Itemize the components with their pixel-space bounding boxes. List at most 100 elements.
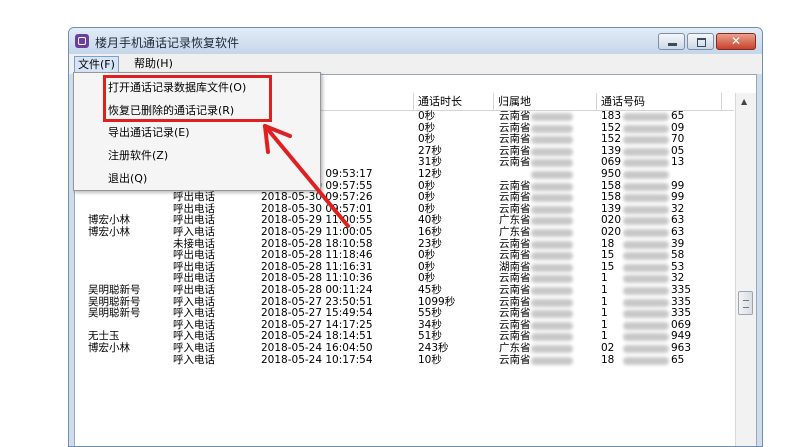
call-duration: 45秒 xyxy=(418,284,442,296)
redaction-blur xyxy=(531,229,573,237)
redaction-blur xyxy=(623,356,669,365)
highlight-box xyxy=(103,75,272,122)
redaction-blur xyxy=(623,194,669,203)
contact-name: 吴明聪新号 xyxy=(88,284,141,296)
call-location: 云南省 xyxy=(499,156,531,169)
call-duration: 10秒 xyxy=(418,353,442,366)
redaction-blur xyxy=(531,124,573,133)
phone-number-end: 65 xyxy=(671,353,685,366)
redaction-blur xyxy=(623,136,669,145)
close-button[interactable]: ✕ xyxy=(716,33,756,50)
phone-app-icon xyxy=(75,34,89,48)
phone-number-end: 13 xyxy=(671,156,685,169)
call-duration: 16秒 xyxy=(418,226,442,238)
call-location: 广东省 xyxy=(499,226,531,238)
redaction-blur xyxy=(531,310,573,319)
redaction-blur xyxy=(531,356,573,365)
maximize-button[interactable] xyxy=(687,33,714,50)
menu-register[interactable]: 注册软件(Z) xyxy=(108,149,168,163)
redaction-blur xyxy=(531,205,573,214)
call-type: 呼入电话 xyxy=(173,342,215,354)
call-time: 2018-05-24 10:17:54 xyxy=(261,353,373,366)
redaction-blur xyxy=(623,252,669,261)
maximize-icon xyxy=(697,38,706,47)
call-location: 云南省 xyxy=(499,110,531,122)
redaction-blur xyxy=(623,310,669,319)
call-duration: 243秒 xyxy=(418,342,449,354)
menu-export[interactable]: 导出通话记录(E) xyxy=(108,126,190,140)
table-row[interactable]: 呼入电话 2018-05-24 10:17:54 10秒 云南省 18 65 xyxy=(75,353,725,367)
menu-bar: 文件(F) 帮助(H) xyxy=(69,54,762,74)
redaction-blur xyxy=(531,298,573,307)
redaction-blur xyxy=(531,275,573,284)
redaction-blur xyxy=(623,171,669,179)
scroll-up-icon[interactable]: ▲ xyxy=(741,97,747,106)
phone-number-end: 65 xyxy=(671,110,685,122)
table-row[interactable]: 吴明聪新号 呼出电话 2018-05-28 00:11:24 45秒 云南省 1 335 xyxy=(75,284,725,297)
contact-name: 博宏小林 xyxy=(88,342,130,354)
call-time: 2018-05-28 00:11:24 xyxy=(261,284,373,296)
redaction-blur xyxy=(531,194,573,203)
call-location: 广东省 xyxy=(499,342,531,354)
redaction-blur xyxy=(623,217,669,226)
menu-exit[interactable]: 退出(Q) xyxy=(108,172,147,186)
redaction-blur xyxy=(531,182,573,191)
redaction-blur xyxy=(531,345,573,353)
redaction-blur xyxy=(531,171,573,179)
redaction-blur xyxy=(623,298,669,307)
call-duration: 12秒 xyxy=(418,168,442,180)
call-time: 2018-05-24 16:04:50 xyxy=(261,342,373,354)
phone-number-start: 18 xyxy=(601,353,615,366)
table-row[interactable]: 博宏小林 呼入电话 2018-05-29 11:00:05 16秒 广东省 020 63 xyxy=(75,226,725,239)
scroll-thumb[interactable] xyxy=(738,291,753,315)
phone-number-end: 963 xyxy=(671,342,692,354)
phone-number-start: 02 xyxy=(601,342,615,354)
minimize-icon xyxy=(668,43,677,46)
call-time: 2018-05-29 11:00:05 xyxy=(261,226,373,238)
redaction-blur xyxy=(623,159,669,168)
redaction-blur xyxy=(623,229,669,237)
title-bar[interactable]: 楼月手机通话记录恢复软件 ✕ xyxy=(69,28,762,54)
window-title: 楼月手机通话记录恢复软件 xyxy=(95,36,240,50)
redaction-blur xyxy=(531,321,573,330)
redaction-blur xyxy=(623,263,669,272)
redaction-blur xyxy=(531,147,573,156)
redaction-blur xyxy=(623,321,669,330)
column-header-location[interactable]: 归属地 xyxy=(493,93,596,110)
contact-name: 博宏小林 xyxy=(88,226,130,238)
phone-number-start: 1 xyxy=(601,284,608,296)
redaction-blur xyxy=(531,217,573,226)
call-location: 云南省 xyxy=(499,353,531,366)
redaction-blur xyxy=(623,113,669,121)
column-header-duration[interactable]: 通话时长 xyxy=(413,93,493,110)
minimize-button[interactable] xyxy=(658,33,685,50)
redaction-blur xyxy=(531,287,573,295)
redaction-blur xyxy=(623,240,669,249)
redaction-blur xyxy=(623,124,669,133)
phone-number-start: 183 xyxy=(601,110,622,122)
phone-number-start: 950 xyxy=(601,168,622,180)
vertical-scrollbar[interactable]: ▲ xyxy=(735,93,756,446)
phone-number-start: 020 xyxy=(601,226,622,238)
contact-name: 吴明聪新号 xyxy=(88,307,141,320)
redaction-blur xyxy=(623,287,669,295)
redaction-blur xyxy=(623,275,669,284)
redaction-blur xyxy=(531,113,573,121)
phone-number-end: 63 xyxy=(671,226,685,238)
redaction-blur xyxy=(531,263,573,272)
table-row[interactable]: 博宏小林 呼入电话 2018-05-24 16:04:50 243秒 广东省 02 963 xyxy=(75,342,725,355)
call-type: 呼入电话 xyxy=(173,226,215,238)
redaction-blur xyxy=(531,252,573,261)
menu-help[interactable]: 帮助(H) xyxy=(131,56,176,72)
column-header-phone[interactable]: 通话号码 xyxy=(596,93,722,110)
redaction-blur xyxy=(623,333,669,342)
close-icon: ✕ xyxy=(730,34,742,48)
redaction-blur xyxy=(531,333,573,342)
redaction-blur xyxy=(531,159,573,168)
grip-icon xyxy=(743,300,749,308)
redaction-blur xyxy=(623,205,669,214)
phone-number-end: 335 xyxy=(671,284,692,296)
call-type: 呼出电话 xyxy=(173,284,215,296)
redaction-blur xyxy=(623,182,669,191)
redaction-blur xyxy=(531,136,573,145)
